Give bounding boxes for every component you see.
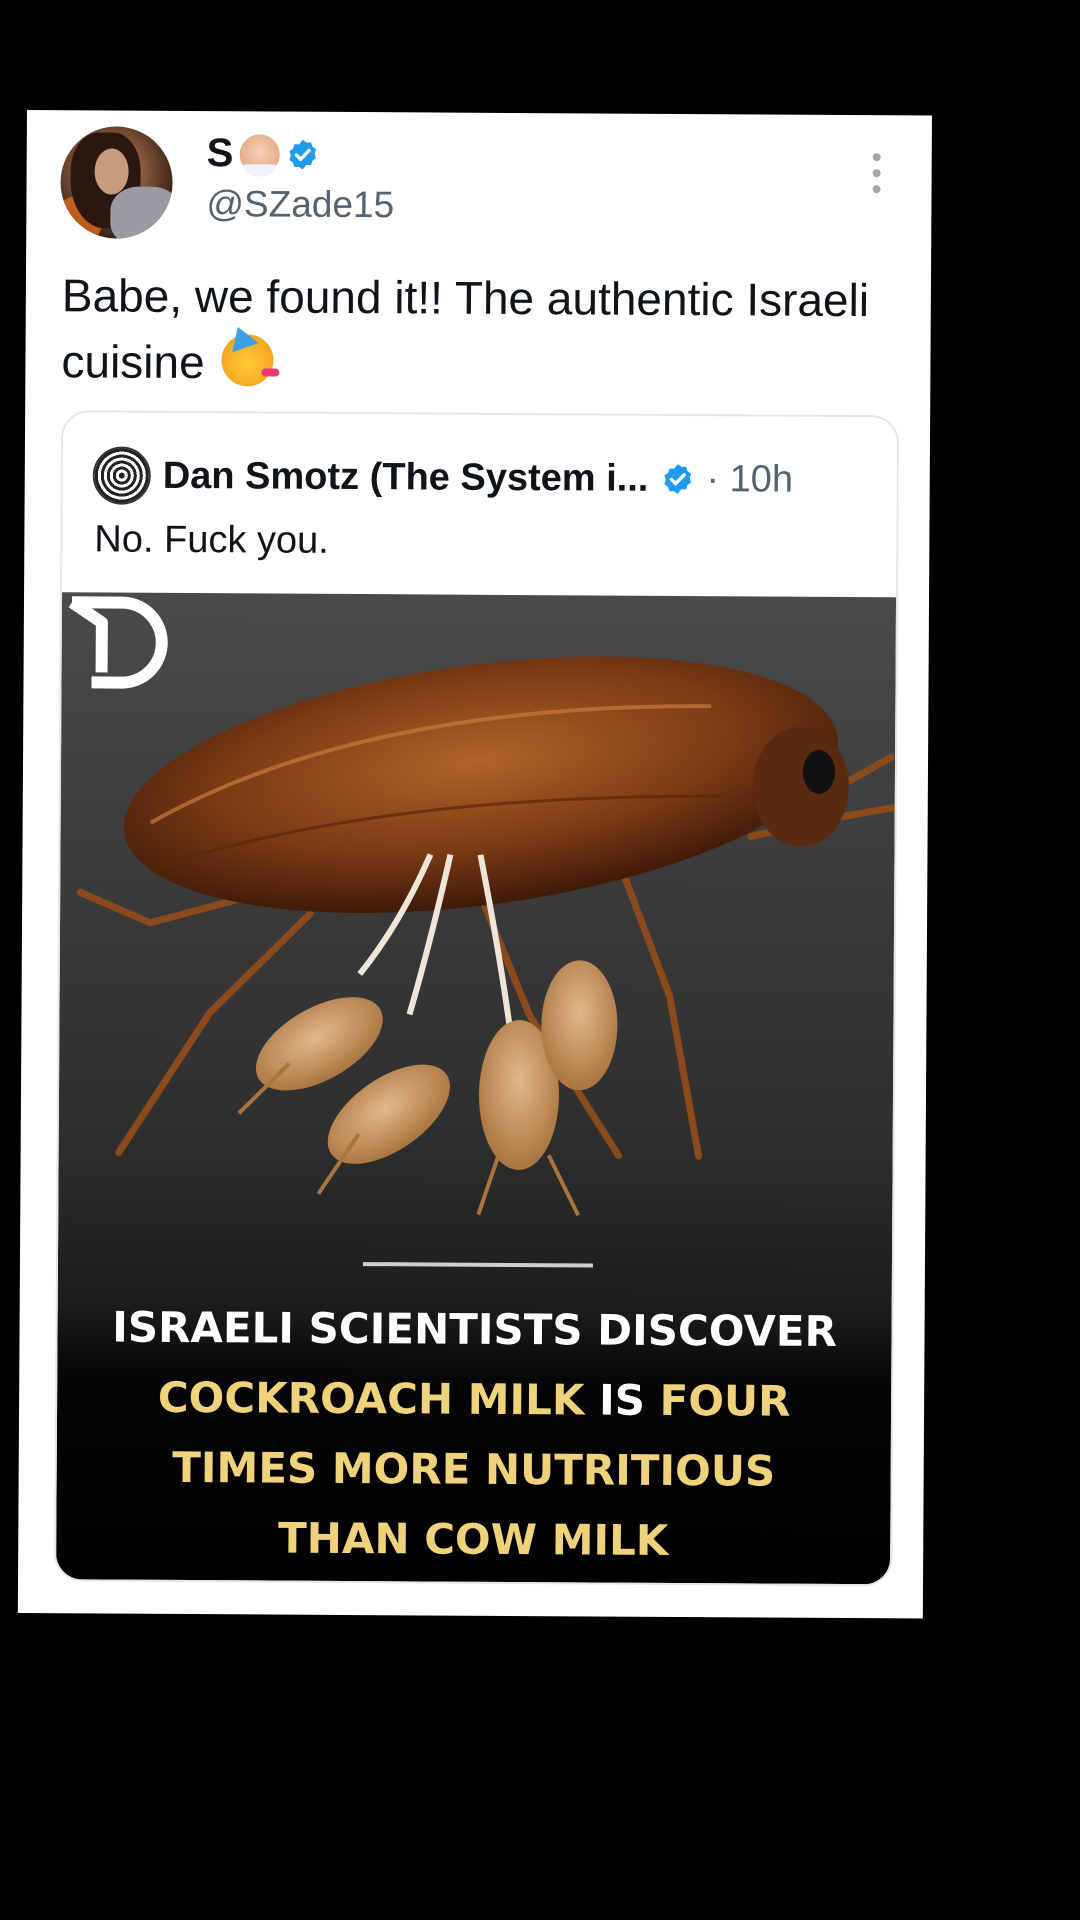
cockroach-illustration xyxy=(76,656,897,1217)
headline-line-2-part-3: FOUR xyxy=(659,1375,791,1426)
display-name[interactable]: S xyxy=(207,131,234,176)
partying-face-emoji-icon xyxy=(221,334,274,387)
headline-line-2-part-2: IS xyxy=(598,1375,646,1425)
quoted-display-name[interactable]: Dan Smotz (The System i... xyxy=(163,454,649,500)
headline-line-2: COCKROACH MILK IS FOUR xyxy=(57,1362,891,1437)
D-logo-icon xyxy=(68,596,168,689)
verified-badge-icon xyxy=(664,464,691,494)
headline-line-3: TIMES MORE NUTRITIOUS xyxy=(172,1442,776,1496)
quoted-text: No. Fuck you. xyxy=(94,518,329,562)
more-options-icon[interactable] xyxy=(872,153,882,194)
author-name-row[interactable]: S xyxy=(207,131,320,177)
quoted-timestamp: · 10h xyxy=(706,457,794,501)
tweet-card[interactable]: S @SZade15 Babe, we found it!! The authe… xyxy=(17,110,932,1619)
headline-divider xyxy=(362,1262,593,1268)
cockroach-photo[interactable]: ISRAELI SCIENTISTS DISCOVER COCKROACH MI… xyxy=(56,592,897,1585)
quoted-avatar[interactable] xyxy=(92,446,151,505)
headline-line-1: ISRAELI SCIENTISTS DISCOVER xyxy=(112,1302,838,1356)
avatar[interactable] xyxy=(60,126,173,239)
tweet-text-content: Babe, we found it!! The authentic Israel… xyxy=(61,269,870,389)
quoted-tweet[interactable]: Dan Smotz (The System i... · 10h No. Fuc… xyxy=(54,410,900,1587)
verified-badge-icon xyxy=(289,139,316,170)
baby-emoji-icon xyxy=(239,133,280,175)
headline-line-2-part-1: COCKROACH MILK xyxy=(157,1372,585,1425)
quoted-tweet-header: Dan Smotz (The System i... · 10h xyxy=(92,446,794,508)
tweet-header: S @SZade15 xyxy=(26,110,932,266)
author-handle[interactable]: @SZade15 xyxy=(206,183,394,226)
tweet-text: Babe, we found it!! The authentic Israel… xyxy=(61,262,882,399)
headline-line-4: THAN COW MILK xyxy=(277,1513,669,1565)
image-headline: ISRAELI SCIENTISTS DISCOVER COCKROACH MI… xyxy=(56,1292,892,1577)
